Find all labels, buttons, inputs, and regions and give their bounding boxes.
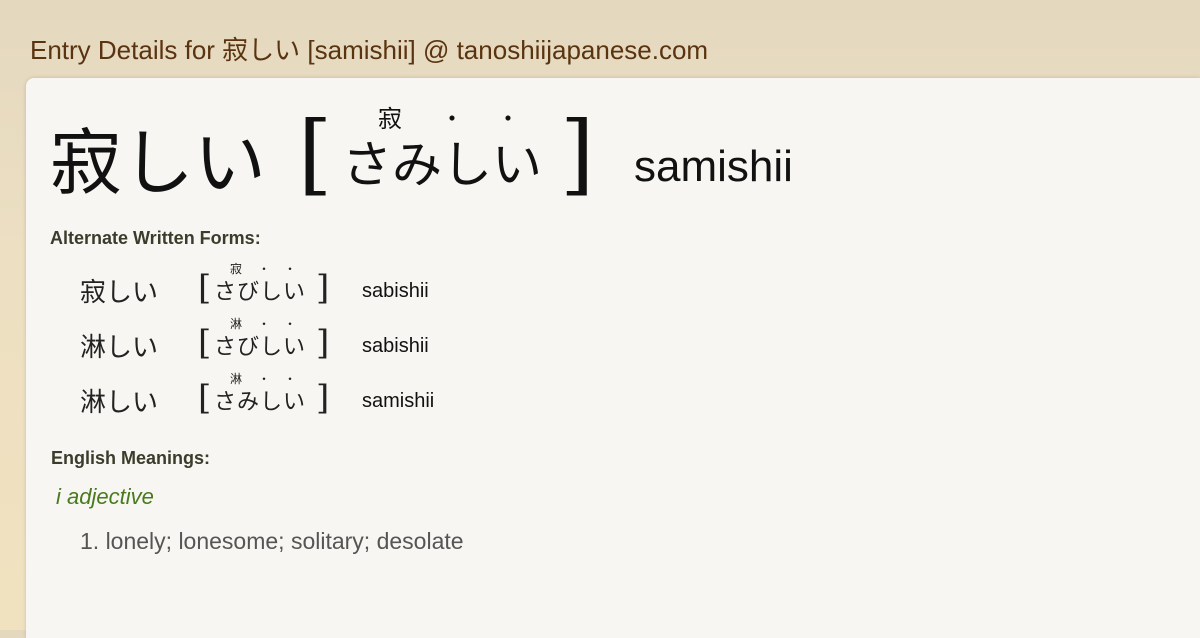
alternate-form-row: 寂しい [ 寂 ・ ・ さびしい ] sabishii: [80, 260, 680, 312]
alt-reading: さびしい: [214, 335, 307, 360]
reading-bracket-close: ]: [560, 102, 595, 205]
alt-word: 淋しい: [80, 333, 159, 363]
alt-bracket-close: ]: [316, 323, 330, 363]
alt-word: 淋しい: [80, 388, 159, 418]
meaning-item: 1. lonely; lonesome; solitary; desolate: [80, 528, 464, 554]
alternate-form-row: 淋しい [ 淋 ・ ・ さみしい ] samishii: [80, 370, 680, 422]
entry-word: 寂しい: [50, 121, 267, 205]
alt-reading: さびしい: [214, 280, 307, 305]
alt-bracket-open: [: [198, 378, 212, 418]
alternate-form-row: 淋しい [ 淋 ・ ・ さびしい ] sabishii: [80, 315, 680, 367]
alt-reading: さみしい: [214, 390, 307, 415]
part-of-speech: i adjective: [56, 484, 154, 509]
alt-word: 寂しい: [80, 278, 159, 308]
alt-bracket-close: ]: [316, 378, 330, 418]
entry-romaji: samishii: [634, 142, 793, 191]
alt-bracket-open: [: [198, 323, 212, 363]
page-title: Entry Details for 寂しい [samishii] @ tanos…: [30, 35, 709, 65]
alt-bracket-open: [: [198, 268, 212, 308]
alt-romaji: sabishii: [362, 280, 429, 302]
alt-bracket-close: ]: [316, 268, 330, 308]
alt-romaji: sabishii: [362, 335, 429, 357]
reading-bracket-open: [: [298, 102, 333, 205]
alt-romaji: samishii: [362, 390, 435, 412]
alternate-forms-label: Alternate Written Forms:: [50, 228, 261, 248]
entry-reading: さみしい: [342, 136, 542, 194]
english-meanings-label: English Meanings:: [51, 448, 211, 468]
